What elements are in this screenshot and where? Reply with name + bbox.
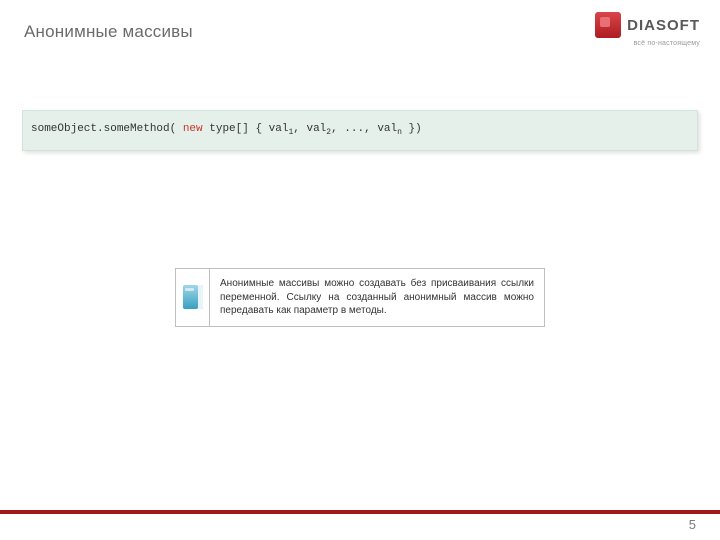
brand-logo-icon [595, 12, 621, 38]
code-text: , val [293, 123, 326, 135]
brand-tagline: всё по-настоящему [634, 40, 700, 47]
note-text: Анонимные массивы можно создавать без пр… [210, 269, 544, 326]
code-text: someObject.someMethod( [31, 123, 183, 135]
info-note: Анонимные массивы можно создавать без пр… [175, 268, 545, 327]
note-icon-cell [176, 269, 210, 326]
footer-divider [0, 510, 720, 514]
code-text: , ..., val [331, 123, 397, 135]
code-example: someObject.someMethod( new type[] { val1… [22, 110, 698, 151]
keyword-new: new [183, 123, 203, 135]
book-icon [183, 285, 203, 309]
page-number: 5 [689, 517, 696, 532]
slide: Анонимные массивы DIASOFT всё по-настоящ… [0, 0, 720, 540]
page-title: Анонимные массивы [24, 22, 193, 42]
brand-name: DIASOFT [627, 17, 700, 34]
code-text: }) [402, 123, 422, 135]
brand-logo: DIASOFT [595, 12, 700, 38]
code-text: type[] { val [203, 123, 289, 135]
